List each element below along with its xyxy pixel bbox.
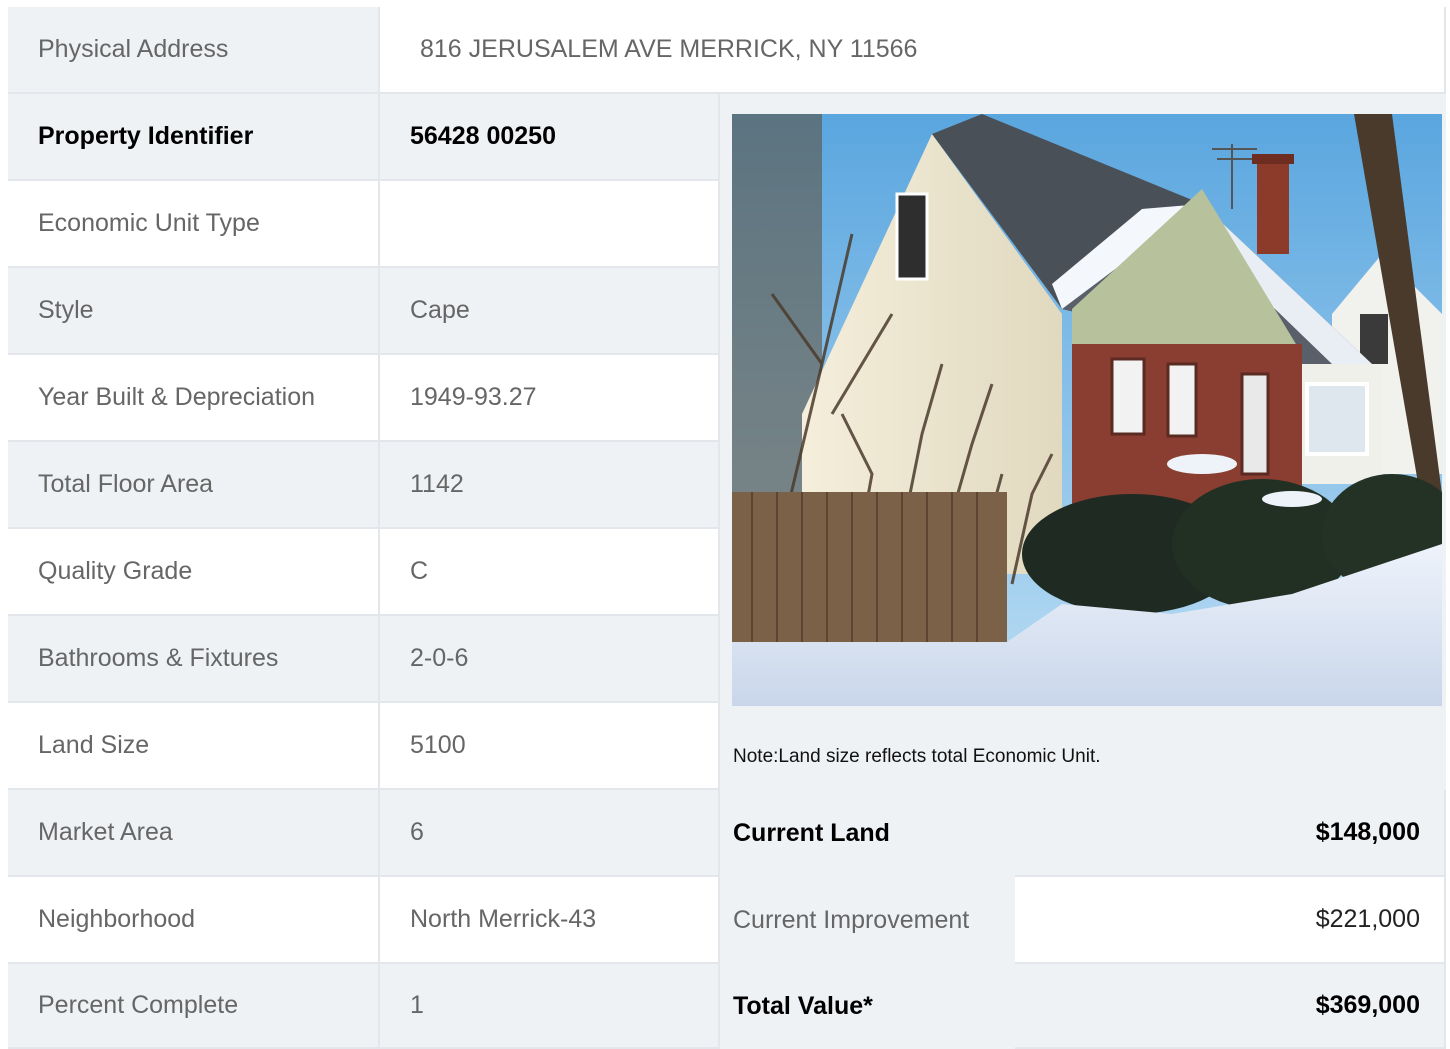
bathrooms-fixtures-value: 2-0-6 (380, 616, 720, 703)
bathrooms-fixtures-label: Bathrooms & Fixtures (8, 616, 380, 703)
physical-address-label: Physical Address (8, 7, 380, 94)
total-value-label: Total Value* (720, 964, 1015, 1049)
neighborhood-label: Neighborhood (8, 877, 380, 964)
current-improvement-value: $221,000 (1015, 877, 1446, 964)
percent-complete-value: 1 (380, 964, 720, 1049)
neighborhood-value: North Merrick-43 (380, 877, 720, 964)
property-identifier-label: Property Identifier (8, 94, 380, 181)
quality-grade-label: Quality Grade (8, 529, 380, 616)
property-identifier-value: 56428 00250 (380, 94, 720, 181)
percent-complete-label: Percent Complete (8, 964, 380, 1049)
quality-grade-value: C (380, 529, 720, 616)
style-value: Cape (380, 268, 720, 355)
market-area-label: Market Area (8, 790, 380, 877)
current-land-value: $148,000 (1015, 790, 1446, 877)
style-label: Style (8, 268, 380, 355)
current-land-label: Current Land (720, 790, 1015, 877)
current-improvement-label: Current Improvement (720, 877, 1015, 964)
land-size-value: 5100 (380, 703, 720, 790)
land-size-note: Note:Land size reflects total Economic U… (733, 746, 1101, 767)
total-floor-area-value: 1142 (380, 442, 720, 529)
economic-unit-type-value (380, 181, 720, 268)
market-area-value: 6 (380, 790, 720, 877)
year-built-value: 1949-93.27 (380, 355, 720, 442)
photo-panel: Note:Land size reflects total Economic U… (720, 94, 1446, 790)
land-size-label: Land Size (8, 703, 380, 790)
total-floor-area-label: Total Floor Area (8, 442, 380, 529)
total-value-value: $369,000 (1015, 964, 1446, 1049)
property-photo (732, 114, 1442, 706)
physical-address-value: 816 JERUSALEM AVE MERRICK, NY 11566 (380, 7, 1446, 94)
economic-unit-type-label: Economic Unit Type (8, 181, 380, 268)
year-built-label: Year Built & Depreciation (8, 355, 380, 442)
